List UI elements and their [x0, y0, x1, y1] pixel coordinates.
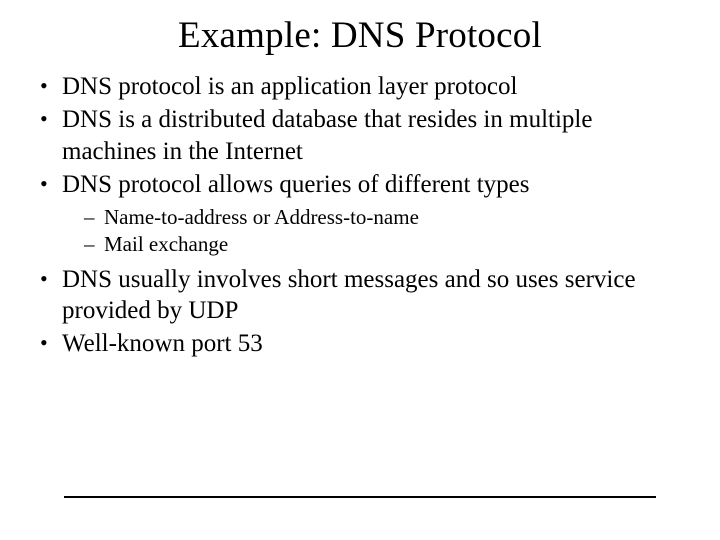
slide-body: DNS protocol is an application layer pro…: [0, 57, 720, 359]
bullet-item: Well-known port 53: [34, 328, 686, 359]
sub-bullet-item: Mail exchange: [82, 231, 686, 257]
bullet-item: DNS protocol allows queries of different…: [34, 169, 686, 258]
slide: Example: DNS Protocol DNS protocol is an…: [0, 0, 720, 540]
footer-divider: [64, 496, 656, 498]
bullet-text: DNS protocol allows queries of different…: [62, 171, 530, 198]
bullet-item: DNS is a distributed database that resid…: [34, 104, 686, 167]
bullet-item: DNS usually involves short messages and …: [34, 264, 686, 327]
slide-title: Example: DNS Protocol: [0, 0, 720, 57]
bullet-item: DNS protocol is an application layer pro…: [34, 71, 686, 102]
bullet-list: DNS protocol is an application layer pro…: [34, 71, 686, 359]
sub-bullet-list: Name-to-address or Address-to-name Mail …: [62, 204, 686, 258]
sub-bullet-item: Name-to-address or Address-to-name: [82, 204, 686, 230]
